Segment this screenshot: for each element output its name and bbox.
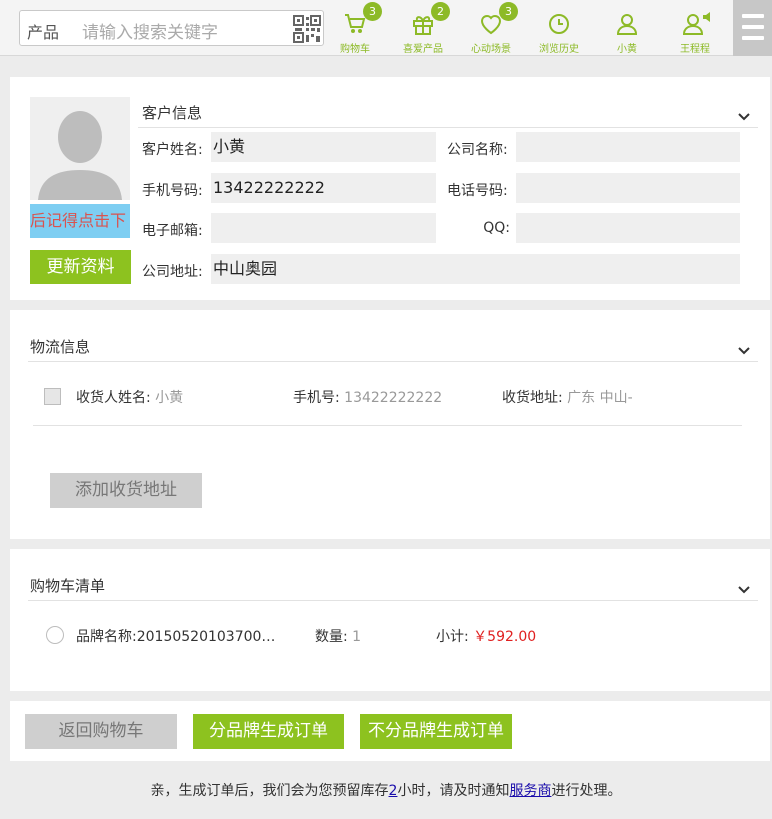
receiver-address: 收货地址: 广东 中山- [502, 387, 633, 407]
cart-item-brand: 品牌名称:20150520103700… [76, 629, 276, 645]
email-field[interactable] [211, 213, 436, 243]
nav-history[interactable]: 浏览历史 [525, 0, 593, 56]
chevron-down-icon[interactable] [738, 347, 750, 355]
cart-item-qty: 数量: 1 [315, 626, 361, 646]
nav-history-label: 浏览历史 [539, 44, 579, 55]
service-provider-link[interactable]: 服务商 [509, 783, 551, 799]
user-speaker-icon [683, 12, 710, 35]
nav-agent-label: 王程程 [680, 44, 710, 55]
back-to-cart-button[interactable]: 返回购物车 [25, 714, 177, 749]
company-field[interactable] [516, 132, 740, 162]
address-label: 公司地址: [142, 264, 203, 280]
marquee-notice: 后记得点击下 [30, 204, 130, 238]
receiver-mobile: 手机号: 13422222222 [293, 387, 442, 407]
cart-item-radio[interactable] [46, 626, 64, 644]
scenes-badge: 3 [499, 2, 518, 21]
address-label: 收货地址: [502, 390, 563, 406]
note-prefix: 亲，生成订单后，我们会为您预留库存 [150, 783, 389, 799]
address-value: 广东 中山- [567, 390, 633, 406]
cart-section-title: 购物车清单 [30, 577, 106, 595]
mobile-value: 13422222222 [344, 390, 443, 406]
qq-field[interactable] [516, 213, 740, 243]
note-mid: 小时，请及时通知 [397, 783, 510, 799]
name-label: 客户姓名: [142, 142, 203, 158]
receiver-label: 收货人姓名: [76, 390, 151, 406]
divider [138, 127, 758, 128]
nav-favorites-label: 喜爱产品 [403, 44, 443, 55]
email-label: 电子邮箱: [142, 223, 203, 239]
subtotal-value: ￥592.00 [473, 629, 537, 645]
cart-item-subtotal: 小计: ￥592.00 [436, 626, 536, 646]
nav-scenes-label: 心动场景 [471, 44, 511, 55]
update-profile-button[interactable]: 更新资料 [30, 250, 131, 284]
receiver-value: 小黄 [155, 390, 184, 406]
clock-icon [549, 14, 569, 34]
phone-label: 电话号码: [447, 183, 508, 199]
receiver-name: 收货人姓名: 小黄 [76, 387, 183, 407]
address-checkbox[interactable] [44, 388, 61, 405]
order-all-brands-button[interactable]: 不分品牌生成订单 [360, 714, 512, 749]
mobile-label: 手机号码: [142, 183, 203, 199]
top-bar: 产品 请输入搜索关键字 3 购物车 2 喜爱产品 3 心动场景 浏览历史 小黄 … [0, 0, 772, 56]
logistics-section-title: 物流信息 [30, 338, 91, 356]
order-by-brand-button[interactable]: 分品牌生成订单 [193, 714, 344, 749]
footer-note: 亲，生成订单后，我们会为您预留库存2小时，请及时通知服务商进行处理。 [0, 780, 772, 800]
subtotal-label: 小计: [436, 629, 469, 645]
nav-scenes[interactable]: 3 心动场景 [457, 0, 525, 56]
avatar [30, 97, 130, 200]
nav-favorites[interactable]: 2 喜爱产品 [389, 0, 457, 56]
note-suffix: 进行处理。 [551, 783, 622, 799]
customer-section-title: 客户信息 [142, 104, 203, 122]
qr-code-icon[interactable] [293, 15, 321, 43]
company-label: 公司名称: [447, 142, 508, 158]
add-address-button[interactable]: 添加收货地址 [50, 473, 202, 508]
chevron-down-icon[interactable] [738, 586, 750, 594]
nav-cart-label: 购物车 [340, 44, 370, 55]
nav-user-label: 小黄 [617, 44, 637, 55]
nav-agent[interactable]: 王程程 [661, 0, 729, 56]
favorites-badge: 2 [431, 2, 450, 21]
mobile-field[interactable]: 13422222222 [211, 173, 436, 203]
address-field[interactable]: 中山奥园 [211, 254, 740, 284]
avatar-placeholder-icon [38, 111, 122, 200]
name-field[interactable]: 小黄 [211, 132, 436, 162]
qty-value: 1 [352, 629, 362, 645]
divider [33, 425, 742, 426]
mobile-label: 手机号: [293, 390, 340, 406]
chevron-down-icon[interactable] [738, 113, 750, 121]
divider [28, 600, 758, 601]
hamburger-menu-icon[interactable] [733, 0, 772, 56]
search-category[interactable]: 产品 [27, 19, 59, 43]
qty-label: 数量: [315, 629, 348, 645]
divider [28, 361, 758, 362]
user-icon [616, 14, 638, 35]
search-input[interactable]: 请输入搜索关键字 [82, 18, 218, 43]
cart-badge: 3 [363, 2, 382, 21]
qq-label: QQ: [483, 220, 510, 236]
nav-cart[interactable]: 3 购物车 [321, 0, 389, 56]
search-bar[interactable]: 产品 请输入搜索关键字 [19, 10, 324, 46]
cart-panel [10, 549, 770, 691]
phone-field[interactable] [516, 173, 740, 203]
nav-user[interactable]: 小黄 [593, 0, 661, 56]
